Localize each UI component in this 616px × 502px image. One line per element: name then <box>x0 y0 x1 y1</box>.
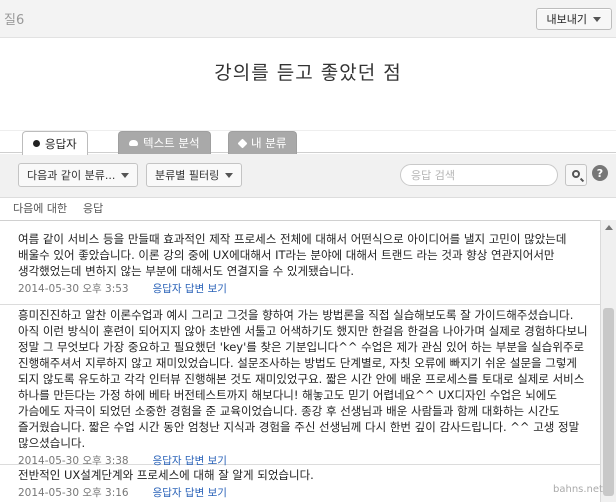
filter-toolbar: 다음과 같이 분류... 분류별 필터링 ? <box>0 154 616 198</box>
tab-label: 응답자 <box>45 136 77 151</box>
response-search-input[interactable] <box>400 164 558 186</box>
help-icon[interactable]: ? <box>592 165 608 181</box>
scrollbar-thumb[interactable] <box>603 308 614 496</box>
list-item: 흥미진진하고 알찬 이론수업과 예시 그리고 그것을 향하여 가는 방법론을 직… <box>0 307 600 468</box>
tab-label: 텍스트 분석 <box>143 136 200 150</box>
response-timestamp: 2014-05-30 오후 3:53 <box>18 283 129 295</box>
response-text: 여름 같이 서비스 등을 만들때 효과적인 제작 프로세스 전체에 대해서 어떤… <box>18 232 567 278</box>
column-header-target: 다음에 대한 <box>13 202 68 215</box>
tab-bar: 응답자 텍스트 분석 내 분류 <box>0 128 616 155</box>
cloud-icon <box>129 140 138 146</box>
view-respondent-answer-link[interactable]: 응답자 답변 보기 <box>153 281 227 296</box>
scrollbar[interactable] <box>600 220 616 502</box>
title-area: 강의를 듣고 좋았던 점 <box>0 39 616 131</box>
list-item: 여름 같이 서비스 등을 만들때 효과적인 제작 프로세스 전체에 대해서 어떤… <box>0 231 600 305</box>
response-timestamp: 2014-05-30 오후 3:16 <box>18 487 129 499</box>
tab-my-categories[interactable]: 내 분류 <box>228 131 298 154</box>
scroll-up-arrow[interactable] <box>601 220 616 234</box>
tab-text-analysis[interactable]: 텍스트 분석 <box>118 131 211 154</box>
response-timestamp: 2014-05-30 오후 3:38 <box>18 455 129 467</box>
tag-icon <box>237 138 248 148</box>
bullet-icon <box>33 140 40 147</box>
category-filter-dropdown[interactable]: 분류별 필터링 <box>146 163 243 187</box>
export-label: 내보내기 <box>546 13 587 26</box>
view-respondent-answer-link[interactable]: 응답자 답변 보기 <box>153 453 227 468</box>
triangle-up-icon <box>604 224 613 230</box>
chevron-down-icon <box>593 16 601 22</box>
top-bar: 질6 내보내기 <box>0 0 616 38</box>
export-button[interactable]: 내보내기 <box>535 8 612 30</box>
tab-label: 내 분류 <box>251 136 287 150</box>
page-title: 강의를 듣고 좋았던 점 <box>214 62 402 84</box>
search-button[interactable] <box>565 164 587 186</box>
tab-respondents[interactable]: 응답자 <box>22 131 88 155</box>
list-item: 전반적인 UX설계단계와 프로세스에 대해 잘 알게 되었습니다. 2014-0… <box>0 467 600 502</box>
chevron-down-icon <box>121 172 130 178</box>
view-respondent-answer-link[interactable]: 응답자 답변 보기 <box>153 485 227 500</box>
watermark: bahns.net <box>553 484 603 495</box>
response-text: 흥미진진하고 알찬 이론수업과 예시 그리고 그것을 향하여 가는 방법론을 직… <box>18 308 588 450</box>
column-header-response: 응답 <box>83 202 104 215</box>
response-list: 여름 같이 서비스 등을 만들때 효과적인 제작 프로세스 전체에 대해서 어떤… <box>0 220 600 502</box>
column-header: 다음에 대한 응답 <box>0 199 616 217</box>
response-text: 전반적인 UX설계단계와 프로세스에 대해 잘 알게 되었습니다. <box>18 468 314 482</box>
search-icon <box>572 170 580 178</box>
dropdown-label: 다음과 같이 분류... <box>27 169 116 182</box>
categorize-dropdown[interactable]: 다음과 같이 분류... <box>18 163 139 187</box>
chevron-down-icon <box>225 172 234 178</box>
question-label: 질6 <box>4 13 25 28</box>
dropdown-label: 분류별 필터링 <box>155 169 220 182</box>
